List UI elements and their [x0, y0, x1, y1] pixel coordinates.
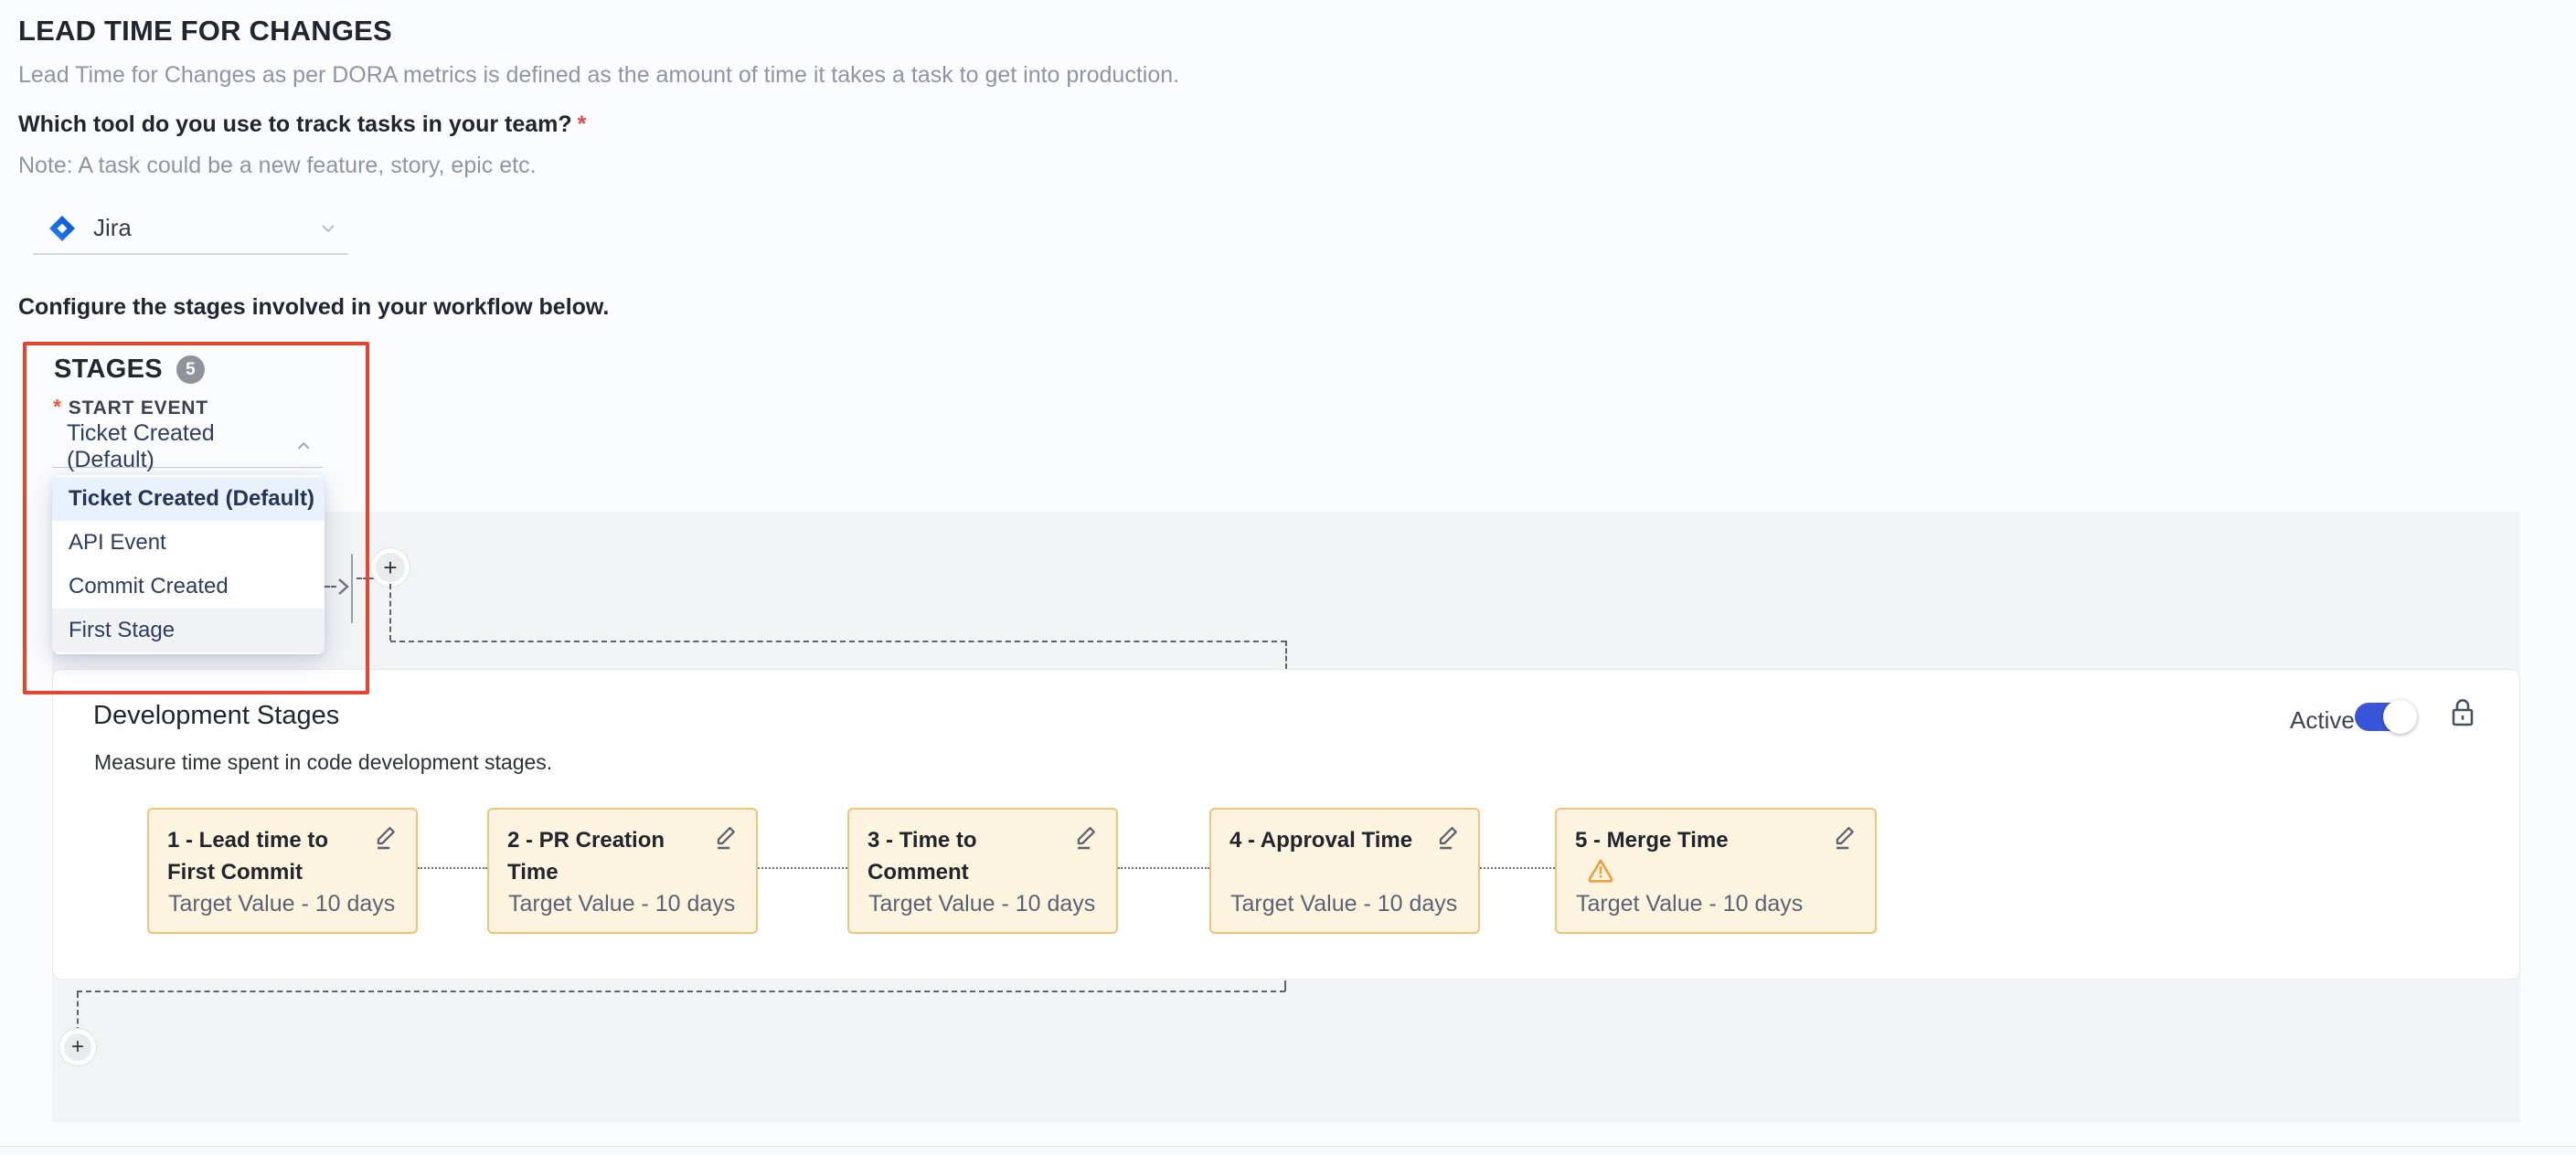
chevron-up-icon [293, 436, 314, 458]
start-event-selected-value: Ticket Created (Default) [67, 420, 293, 473]
development-stages-title: Development Stages [93, 701, 339, 731]
stage-title: 2 - PR Creation Time [507, 824, 738, 888]
warning-icon [1586, 856, 1615, 884]
tool-select[interactable]: Jira [33, 203, 348, 255]
active-status-label: Active [2290, 706, 2355, 735]
edit-icon[interactable] [1831, 822, 1860, 852]
stages-count-badge: 5 [176, 355, 205, 384]
stage-card-1[interactable]: 1 - Lead time to First Commit Target Val… [147, 808, 418, 934]
start-event-dropdown-menu: Ticket Created (Default) API Event Commi… [52, 475, 325, 654]
development-stages-card: Development Stages Measure time spent in… [52, 669, 2520, 980]
connector-into-card [1285, 641, 1287, 669]
connector-vertical-1 [389, 584, 391, 641]
arrow-head-icon [333, 577, 353, 597]
stage-title: 4 - Approval Time [1229, 824, 1460, 856]
active-toggle[interactable] [2355, 703, 2413, 731]
stage-card-4[interactable]: 4 - Approval Time Target Value - 10 days [1209, 808, 1480, 934]
add-stage-button-top[interactable]: + [376, 553, 405, 582]
stage-connector [1480, 867, 1555, 869]
toggle-knob [2383, 700, 2417, 734]
required-asterisk: * [53, 395, 62, 419]
connector-to-plus [357, 578, 375, 579]
connector-vertical-2 [77, 992, 79, 1033]
jira-logo-icon [48, 214, 77, 243]
stages-title: STAGES [54, 355, 163, 385]
chevron-down-icon [317, 217, 339, 239]
connector-horizontal-bottom [77, 991, 1285, 992]
page-title: LEAD TIME FOR CHANGES [18, 15, 392, 48]
configure-text: Configure the stages involved in your wo… [18, 294, 609, 321]
lock-icon[interactable] [2448, 695, 2477, 732]
stage-target-value: Target Value - 10 days [868, 891, 1095, 917]
stage-connector [758, 867, 847, 869]
stage-title: 1 - Lead time to First Commit [167, 824, 398, 888]
stage-connector [418, 867, 487, 869]
stage-target-value: Target Value - 10 days [508, 891, 735, 917]
stage-card-2[interactable]: 2 - PR Creation Time Target Value - 10 d… [487, 808, 758, 934]
add-stage-button-bottom[interactable]: + [64, 1033, 91, 1061]
stage-target-value: Target Value - 10 days [1576, 891, 1803, 917]
start-event-select[interactable]: Ticket Created (Default) [52, 426, 323, 468]
page-description: Lead Time for Changes as per DORA metric… [18, 62, 1179, 89]
menu-item-first-stage[interactable]: First Stage [52, 609, 325, 652]
development-stages-subtitle: Measure time spent in code development s… [94, 750, 552, 775]
tool-select-value: Jira [93, 214, 301, 242]
lead-time-config-page: LEAD TIME FOR CHANGES Lead Time for Chan… [0, 0, 2576, 1147]
menu-item-api-event[interactable]: API Event [52, 521, 325, 565]
required-asterisk: * [578, 111, 587, 137]
stage-title: 5 - Merge Time [1575, 824, 1857, 884]
menu-item-commit-created[interactable]: Commit Created [52, 565, 325, 609]
tool-question: Which tool do you use to track tasks in … [18, 111, 586, 138]
tool-note: Note: A task could be a new feature, sto… [18, 153, 537, 179]
stage-card-5[interactable]: 5 - Merge Time Target Value - 10 days [1555, 808, 1877, 934]
start-event-label: *START EVENT [53, 395, 208, 419]
edit-icon[interactable] [372, 822, 401, 852]
stage-target-value: Target Value - 10 days [168, 891, 395, 917]
edit-icon[interactable] [1434, 822, 1464, 852]
edit-icon[interactable] [712, 822, 741, 852]
edit-icon[interactable] [1072, 822, 1102, 852]
menu-item-ticket-created[interactable]: Ticket Created (Default) [52, 477, 325, 521]
connector-horizontal-top [390, 641, 1286, 642]
stage-card-3[interactable]: 3 - Time to Comment Target Value - 10 da… [847, 808, 1118, 934]
stage-target-value: Target Value - 10 days [1230, 891, 1457, 917]
stages-heading: STAGES 5 [54, 355, 205, 385]
stage-title: 3 - Time to Comment [868, 824, 1098, 888]
stage-connector [1118, 867, 1209, 869]
plus-icon: + [71, 1036, 84, 1058]
plus-icon: + [383, 556, 397, 579]
